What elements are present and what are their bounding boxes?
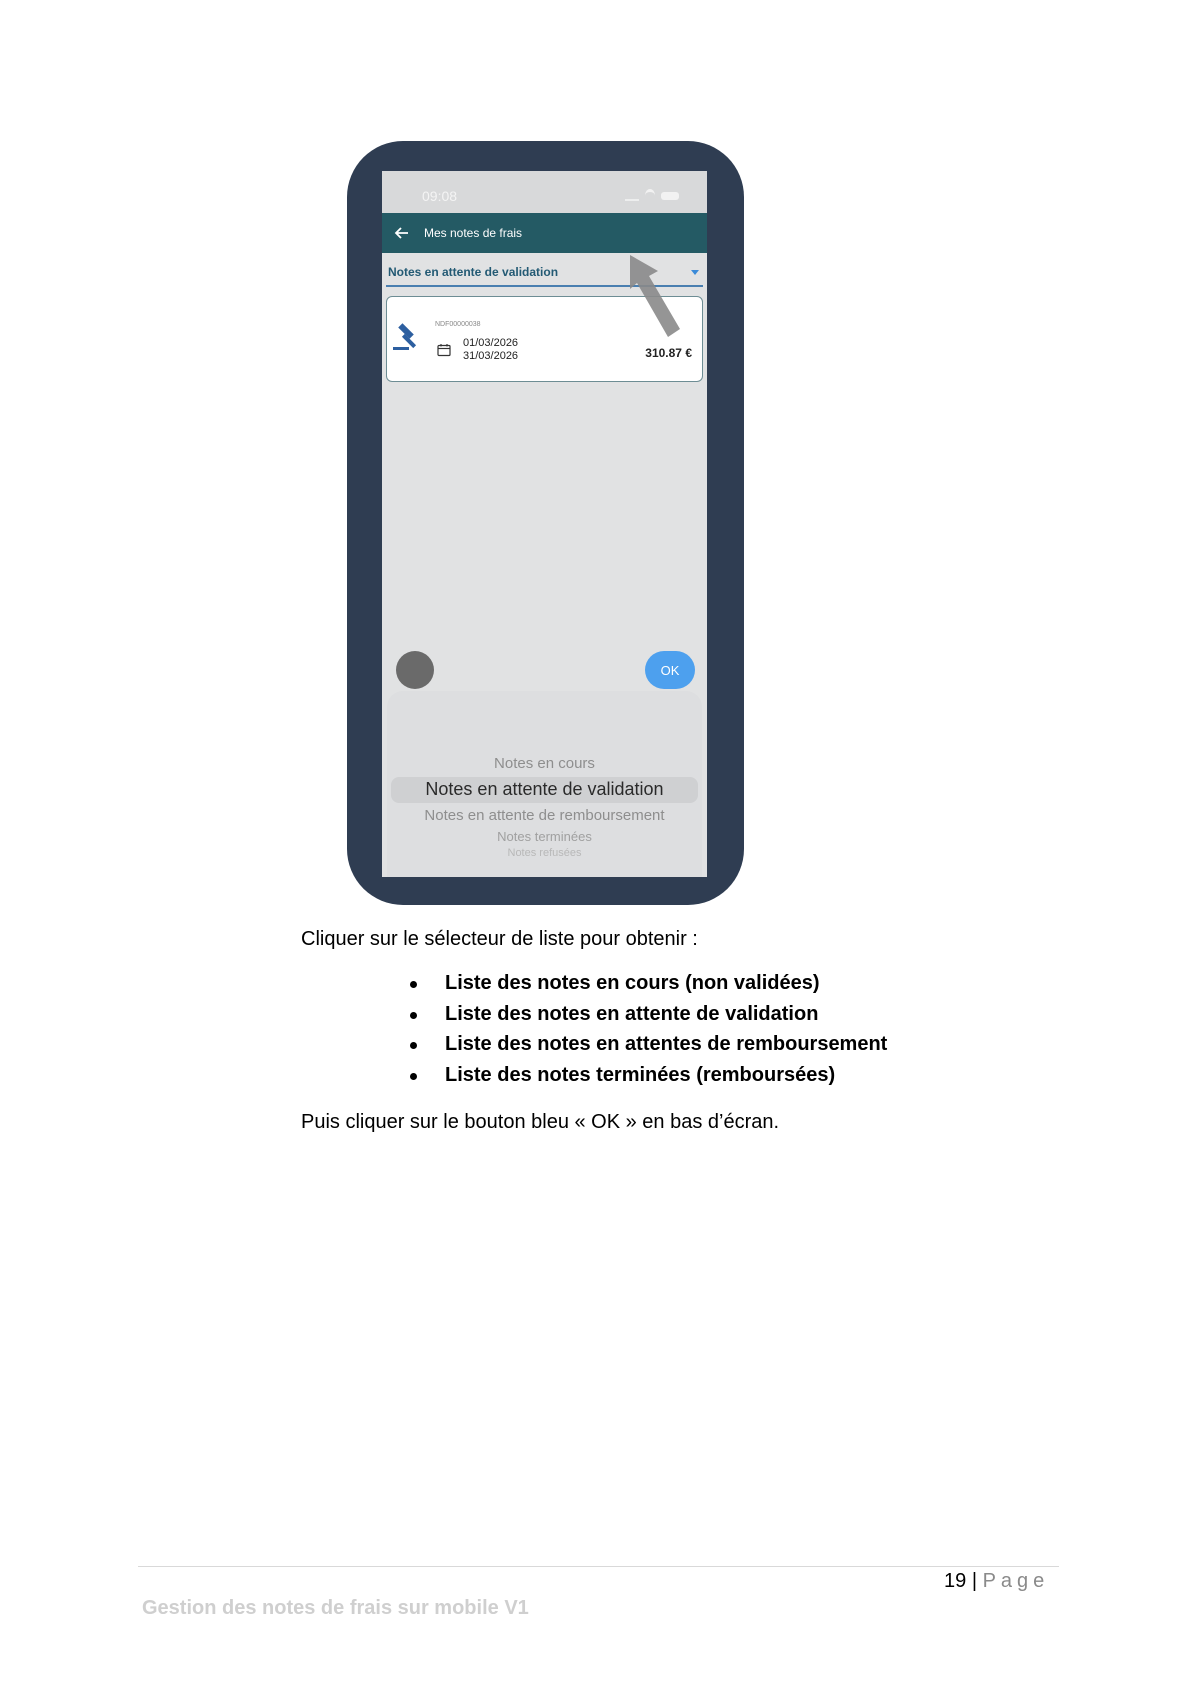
picker-item[interactable]: Notes en cours [387,755,702,772]
bullet-dot [410,1011,417,1019]
note-dates: 01/03/2026 31/03/2026 [463,337,518,363]
outro-text: Puis cliquer sur le bouton bleu « OK » e… [301,1111,780,1133]
app-bar: Mes notes de frais [382,213,707,253]
picker-item[interactable]: Notes en attente de remboursement [387,807,702,824]
list-item: Liste des notes terminées (remboursées) [410,1064,887,1095]
footer-title: Gestion des notes de frais sur mobile V1 [142,1597,529,1619]
list-item: Liste des notes en attentes de rembourse… [410,1033,887,1064]
bullet-dot [410,1072,417,1080]
bullet-dot [410,981,417,988]
bullet-list: Liste des notes en cours (non validées) … [410,972,887,1094]
page-word: Page [982,1570,1050,1592]
list-selector-value: Notes en attente de validation [388,265,559,279]
bullet-text: Liste des notes en cours (non validées) [445,972,820,994]
status-bar: 09:08 [382,171,707,213]
bullet-dot [410,1042,417,1049]
ok-button[interactable]: OK [645,651,695,689]
note-date-start: 01/03/2026 [463,337,519,349]
picker-item[interactable]: Notes terminées [387,829,702,844]
app-bar-title: Mes notes de frais [424,226,523,240]
calendar-icon [437,344,451,357]
wifi-icon [645,189,655,202]
picker-item-selected[interactable]: Notes en attente de validation [387,779,702,800]
pointer-arrow-icon [630,255,680,337]
note-date-end: 31/03/2026 [463,350,519,362]
gavel-icon [393,323,417,350]
battery-icon [661,191,679,200]
footer-divider [138,1566,1059,1567]
page-number: 19 [944,1570,967,1592]
bullet-text: Liste des notes terminées (remboursées) [445,1063,836,1086]
phone-screen: 09:08 Mes notes de frais Notes en attent… [382,171,707,877]
picker-item[interactable]: Notes refusées [387,847,702,857]
list-item: Liste des notes en attente de validation [410,1003,887,1034]
list-item: Liste des notes en cours (non validées) [410,972,887,1003]
list-picker[interactable]: Notes en cours Notes en attente de valid… [387,691,702,877]
note-reference: NDF00000038 [435,321,481,328]
back-arrow-icon[interactable] [394,225,410,241]
grey-round-button[interactable] [396,651,434,689]
page-number-line: 19 | Page [944,1570,1049,1593]
intro-text: Cliquer sur le sélecteur de liste pour o… [301,928,698,950]
bullet-text: Liste des notes en attentes de rembourse… [445,1033,888,1055]
status-time: 09:08 [422,188,458,204]
signal-icon [625,191,639,201]
page-separator: | [971,1570,978,1592]
note-amount: 310.87 € [645,346,692,360]
bullet-text: Liste des notes en attente de validation [445,1002,819,1025]
status-icons [625,189,679,202]
